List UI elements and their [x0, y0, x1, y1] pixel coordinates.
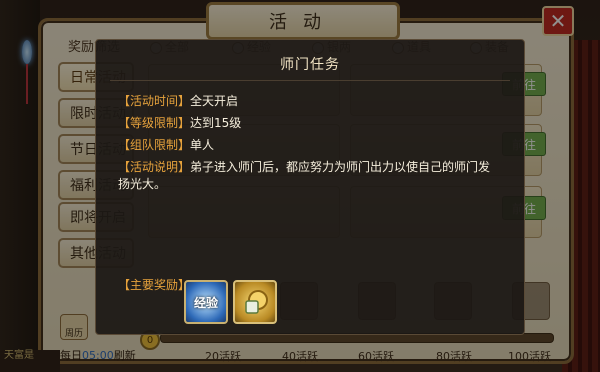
- rewards-label: 【主要奖励】: [118, 278, 191, 292]
- activity-detail-popup: 师门任务 【活动时间】全天开启 【等级限制】达到15级 【组队限制】单人 【活动…: [95, 39, 525, 335]
- detail-row-time: 【活动时间】全天开启: [118, 93, 508, 110]
- detail-value: 单人: [190, 138, 215, 152]
- coin-svg-icon: [245, 290, 268, 314]
- detail-key: 【组队限制】: [118, 138, 191, 152]
- coin-ticket-icon[interactable]: [233, 280, 277, 324]
- detail-value: 达到15级: [190, 116, 242, 130]
- detail-key: 【活动时间】: [118, 94, 191, 108]
- exp-orb-icon[interactable]: 经验: [184, 280, 228, 324]
- divider: [110, 80, 510, 81]
- detail-row-level: 【等级限制】达到15级: [118, 115, 508, 132]
- coin-glyph: [235, 282, 275, 322]
- detail-row-description: 【活动说明】弟子进入师门后，都应努力为师门出力以使自己的师门发扬光大。: [118, 159, 498, 193]
- detail-value: 全天开启: [190, 94, 239, 108]
- detail-key: 【活动说明】: [118, 160, 191, 174]
- popup-title: 师门任务: [280, 57, 340, 73]
- game-scene: 活动 ✕ 奖励筛选 全部 经验 银两 道具 装备 日常活动 限时活动 节日活动 …: [0, 0, 600, 372]
- detail-key: 【等级限制】: [118, 116, 191, 130]
- exp-label: 经验: [193, 295, 218, 310]
- detail-row-team: 【组队限制】单人: [118, 137, 508, 154]
